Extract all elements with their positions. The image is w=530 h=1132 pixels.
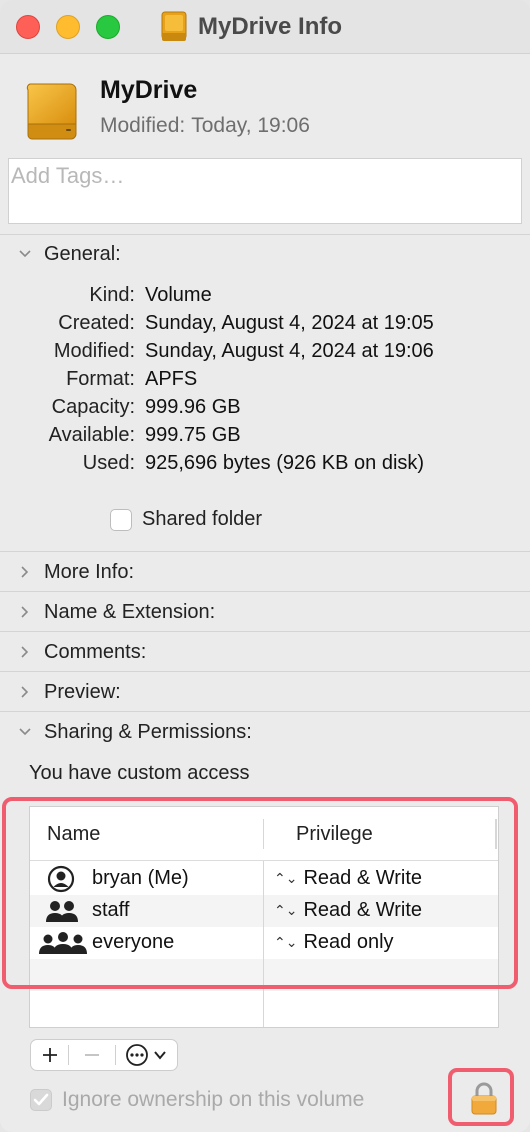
modified-value: Today, 19:06 — [191, 114, 310, 137]
drive-icon — [161, 11, 187, 41]
permissions-highlight — [2, 797, 518, 989]
info-value: Sunday, August 4, 2024 at 19:05 — [145, 312, 434, 334]
ellipsis-circle-icon — [126, 1044, 149, 1066]
section-sharing-label: Sharing & Permissions: — [44, 720, 252, 743]
drive-large-icon — [26, 83, 77, 140]
info-row-capacity: Capacity: 999.96 GB — [0, 396, 530, 424]
ignore-ownership-checkbox[interactable] — [30, 1089, 52, 1111]
info-key: Available: — [48, 424, 135, 446]
info-window: MyDrive Info MyDrive Modified: Today, 19:… — [0, 0, 530, 1132]
permissions-button-group — [30, 1039, 178, 1071]
divider — [0, 234, 530, 235]
section-name-extension-label: Name & Extension: — [44, 600, 216, 623]
info-value: 999.75 GB — [145, 424, 241, 446]
info-key: Created: — [58, 312, 135, 334]
add-user-button[interactable] — [31, 1040, 68, 1070]
info-key: Format: — [66, 368, 135, 390]
chevron-right-icon — [21, 606, 29, 618]
info-row-modified: Modified: Sunday, August 4, 2024 at 19:0… — [0, 340, 530, 368]
section-sharing[interactable]: Sharing & Permissions: — [0, 714, 530, 750]
info-key: Kind: — [89, 284, 135, 306]
info-value: APFS — [145, 368, 198, 390]
info-key: Modified: — [53, 340, 135, 362]
section-general[interactable]: General: — [0, 236, 530, 272]
info-value: Volume — [145, 284, 212, 306]
chevron-down-icon — [19, 250, 31, 258]
divider — [0, 711, 530, 712]
minus-icon — [85, 1054, 100, 1056]
minimize-button[interactable] — [56, 15, 80, 39]
chevron-down-icon — [154, 1051, 167, 1060]
window-title-group: MyDrive Info — [160, 10, 342, 44]
info-row-kind: Kind: Volume — [0, 284, 530, 312]
section-preview[interactable]: Preview: — [0, 674, 530, 710]
zoom-button[interactable] — [96, 15, 120, 39]
title-bar: MyDrive Info — [0, 0, 530, 54]
divider — [0, 631, 530, 632]
action-menu-button[interactable] — [116, 1040, 177, 1070]
section-preview-label: Preview: — [44, 680, 121, 703]
window-title: MyDrive Info — [198, 13, 343, 40]
chevron-right-icon — [21, 566, 29, 578]
section-general-label: General: — [44, 242, 121, 265]
modified-summary: Modified: Today, 19:06 — [100, 114, 310, 138]
chevron-right-icon — [21, 686, 29, 698]
divider — [0, 671, 530, 672]
info-value: Sunday, August 4, 2024 at 19:06 — [145, 340, 434, 362]
shared-folder-checkbox[interactable] — [110, 509, 132, 531]
shared-folder-label: Shared folder — [142, 508, 263, 530]
divider — [0, 551, 530, 552]
info-value: 925,696 bytes (926 KB on disk) — [145, 452, 425, 474]
tags-placeholder: Add Tags… — [11, 163, 125, 188]
remove-user-button[interactable] — [69, 1040, 114, 1070]
access-status: You have custom access — [29, 762, 250, 784]
section-comments-label: Comments: — [44, 640, 147, 663]
info-key: Used: — [82, 452, 135, 474]
chevron-right-icon — [21, 646, 29, 658]
modified-label: Modified: — [100, 114, 186, 137]
info-row-created: Created: Sunday, August 4, 2024 at 19:05 — [0, 312, 530, 340]
checkmark-icon — [33, 1093, 49, 1106]
section-name-extension[interactable]: Name & Extension: — [0, 594, 530, 630]
info-row-available: Available: 999.75 GB — [0, 424, 530, 452]
plus-icon — [42, 1048, 57, 1062]
tags-field[interactable]: Add Tags… — [8, 158, 522, 224]
section-more-info[interactable]: More Info: — [0, 554, 530, 590]
chevron-down-icon — [19, 728, 31, 736]
section-more-info-label: More Info: — [44, 560, 135, 583]
item-name: MyDrive — [100, 76, 198, 104]
divider — [0, 591, 530, 592]
lock-highlight — [448, 1068, 514, 1126]
close-button[interactable] — [16, 15, 40, 39]
info-row-used: Used: 925,696 bytes (926 KB on disk) — [0, 452, 530, 480]
info-key: Capacity: — [51, 396, 135, 418]
section-comments[interactable]: Comments: — [0, 634, 530, 670]
info-value: 999.96 GB — [145, 396, 241, 418]
info-row-format: Format: APFS — [0, 368, 530, 396]
ignore-ownership-label: Ignore ownership on this volume — [62, 1088, 365, 1111]
